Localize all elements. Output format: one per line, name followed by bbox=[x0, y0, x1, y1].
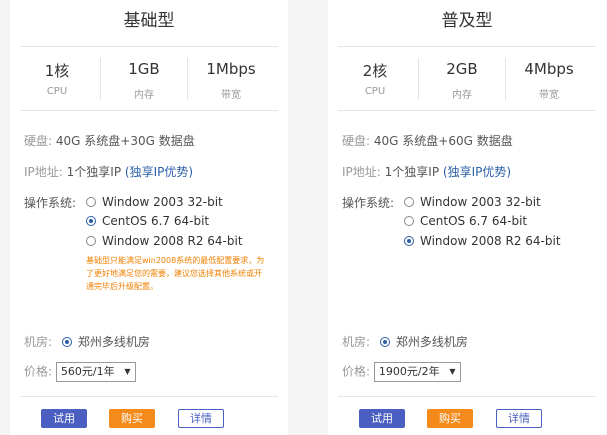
os-option[interactable]: Window 2003 32-bit bbox=[404, 194, 541, 210]
try-button[interactable]: 试用 bbox=[359, 409, 405, 428]
spec-value: 2核 bbox=[362, 62, 388, 80]
os-option[interactable]: Window 2008 R2 64-bit bbox=[86, 233, 243, 249]
disk-row: 硬盘: 40G 系统盘+30G 数据盘 bbox=[24, 132, 195, 149]
spec-label: CPU bbox=[364, 86, 386, 97]
disk-row: 硬盘: 40G 系统盘+60G 数据盘 bbox=[342, 132, 513, 149]
radio-selected-icon[interactable] bbox=[379, 336, 390, 347]
spec-label: CPU bbox=[46, 86, 68, 97]
os-warning-note: 基础型只能满足win2008系统的最低配置要求，为了更好地满足您的需要，建议您选… bbox=[86, 256, 265, 291]
spec-label: 内存 bbox=[452, 90, 472, 101]
os-option[interactable]: Window 2003 32-bit bbox=[86, 194, 223, 210]
radio-icon[interactable] bbox=[86, 235, 96, 246]
room-value: 郑州多线机房 bbox=[395, 335, 468, 349]
dropdown-arrow-icon: ▼ bbox=[124, 367, 131, 376]
room-label: 机房: bbox=[24, 335, 53, 349]
ip-value: 1个独享IP bbox=[384, 165, 440, 179]
divider bbox=[338, 396, 596, 397]
spec-value: 1核 bbox=[44, 62, 70, 80]
plan-title: 普及型 bbox=[441, 11, 493, 31]
radio-icon[interactable] bbox=[404, 215, 414, 226]
price-select-value: 1900元/2年 bbox=[378, 365, 440, 378]
spec-value: 4Mbps bbox=[524, 60, 574, 78]
price-row: 价格: 560元/1年 ▼ bbox=[24, 362, 136, 382]
spec-memory: 2GB 内存 bbox=[419, 60, 505, 101]
divider bbox=[20, 396, 278, 397]
os-label: 操作系统: bbox=[24, 196, 77, 210]
radio-selected-icon[interactable] bbox=[86, 215, 96, 226]
spec-cpu: 2核 CPU bbox=[332, 60, 418, 97]
divider bbox=[20, 110, 278, 111]
divider bbox=[338, 46, 596, 47]
os-option-label: Window 2008 R2 64-bit bbox=[102, 234, 243, 248]
ip-row: IP地址: 1个独享IP (独享IP优势) bbox=[24, 163, 193, 180]
spec-memory: 1GB 内存 bbox=[101, 60, 187, 101]
room-value: 郑州多线机房 bbox=[77, 335, 150, 349]
spec-label: 带宽 bbox=[539, 90, 559, 101]
divider bbox=[20, 46, 278, 47]
spec-bandwidth: 1Mbps 带宽 bbox=[188, 60, 274, 101]
disk-value: 40G 系统盘+30G 数据盘 bbox=[55, 134, 195, 148]
details-button[interactable]: 详情 bbox=[496, 409, 542, 428]
price-select[interactable]: 1900元/2年 ▼ bbox=[373, 362, 461, 382]
spec-value: 1GB bbox=[128, 60, 160, 78]
disk-label: 硬盘: bbox=[24, 134, 53, 148]
details-button[interactable]: 详情 bbox=[178, 409, 224, 428]
price-label: 价格: bbox=[24, 364, 53, 379]
dropdown-arrow-icon: ▼ bbox=[449, 367, 456, 376]
spec-value: 2GB bbox=[446, 60, 478, 78]
price-select[interactable]: 560元/1年 ▼ bbox=[55, 362, 136, 382]
ip-advantage-link[interactable]: (独享IP优势) bbox=[443, 165, 511, 179]
buy-button[interactable]: 购买 bbox=[427, 409, 473, 428]
os-option-label: Window 2003 32-bit bbox=[420, 195, 541, 209]
os-option-label: Window 2003 32-bit bbox=[102, 195, 223, 209]
radio-selected-icon[interactable] bbox=[404, 235, 414, 246]
os-option-label: Window 2008 R2 64-bit bbox=[420, 234, 561, 248]
spec-bandwidth: 4Mbps 带宽 bbox=[506, 60, 592, 101]
spec-label: 带宽 bbox=[221, 90, 241, 101]
ip-label: IP地址: bbox=[24, 165, 63, 179]
spec-cpu: 1核 CPU bbox=[14, 60, 100, 97]
ip-row: IP地址: 1个独享IP (独享IP优势) bbox=[342, 163, 511, 180]
radio-icon[interactable] bbox=[86, 196, 96, 207]
disk-value: 40G 系统盘+60G 数据盘 bbox=[373, 134, 513, 148]
radio-icon[interactable] bbox=[404, 196, 414, 207]
radio-selected-icon[interactable] bbox=[61, 336, 72, 347]
plan-card-standard: 普及型 2核 CPU 2GB 内存 4Mbps 带宽 硬盘: 40G 系统盘+6… bbox=[328, 0, 606, 435]
price-label: 价格: bbox=[342, 364, 371, 379]
ip-advantage-link[interactable]: (独享IP优势) bbox=[125, 165, 193, 179]
os-option-label: CentOS 6.7 64-bit bbox=[420, 214, 528, 228]
room-row: 机房: 郑州多线机房 bbox=[342, 333, 468, 350]
disk-label: 硬盘: bbox=[342, 134, 371, 148]
room-label: 机房: bbox=[342, 335, 371, 349]
divider bbox=[338, 110, 596, 111]
plan-title: 基础型 bbox=[123, 11, 175, 31]
ip-label: IP地址: bbox=[342, 165, 381, 179]
buy-button[interactable]: 购买 bbox=[109, 409, 155, 428]
os-label: 操作系统: bbox=[342, 196, 395, 210]
os-option[interactable]: CentOS 6.7 64-bit bbox=[404, 213, 527, 229]
ip-value: 1个独享IP bbox=[66, 165, 122, 179]
try-button[interactable]: 试用 bbox=[41, 409, 87, 428]
room-row: 机房: 郑州多线机房 bbox=[24, 333, 150, 350]
os-option-label: CentOS 6.7 64-bit bbox=[102, 214, 210, 228]
price-select-value: 560元/1年 bbox=[60, 365, 115, 378]
plan-card-basic: 基础型 1核 CPU 1GB 内存 1Mbps 带宽 硬盘: 40G 系统盘+3… bbox=[10, 0, 288, 435]
spec-value: 1Mbps bbox=[206, 60, 256, 78]
price-row: 价格: 1900元/2年 ▼ bbox=[342, 362, 461, 382]
spec-label: 内存 bbox=[134, 90, 154, 101]
os-option[interactable]: Window 2008 R2 64-bit bbox=[404, 233, 561, 249]
os-option[interactable]: CentOS 6.7 64-bit bbox=[86, 213, 209, 229]
